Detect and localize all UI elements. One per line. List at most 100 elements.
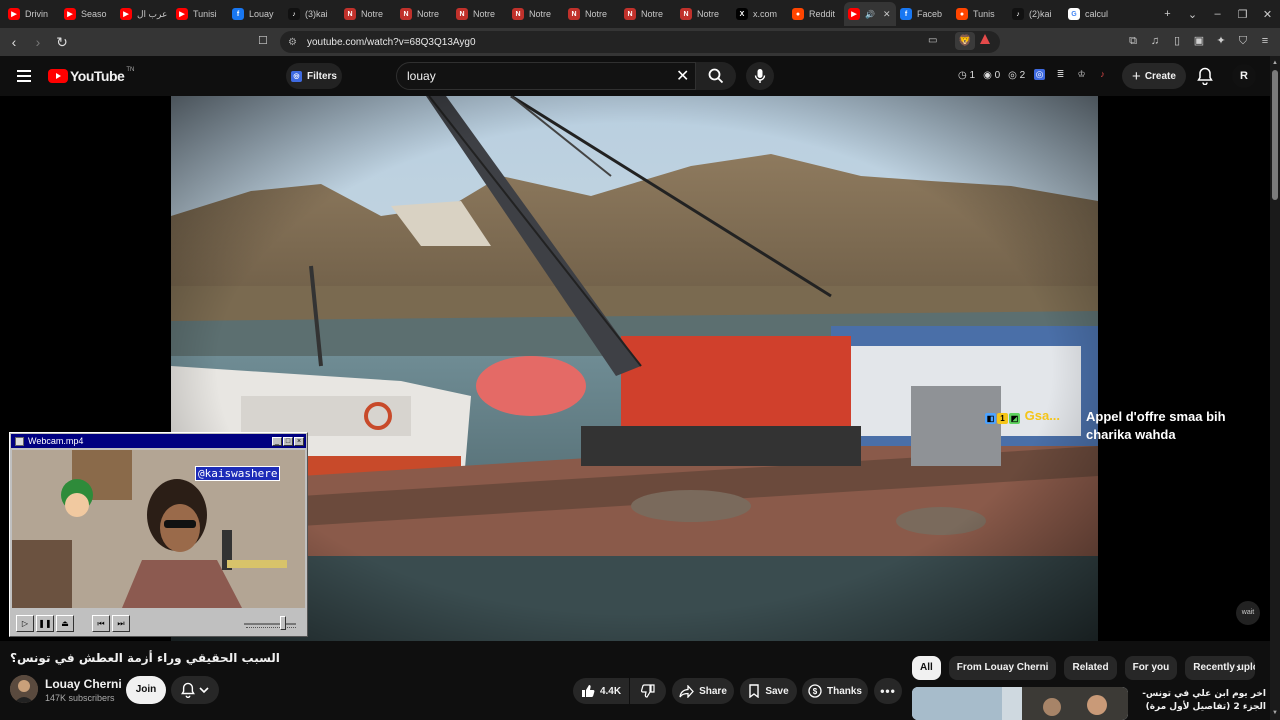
close-tab-icon[interactable]: ✕ xyxy=(883,9,891,20)
hamburger-menu-icon[interactable] xyxy=(17,70,31,85)
tab-list-icon[interactable]: ⌄ xyxy=(1180,8,1205,21)
browser-tab[interactable]: ♪ (2)kai xyxy=(1008,2,1064,26)
browser-tab[interactable]: ♪ (3)kai xyxy=(284,2,340,26)
more-actions-button[interactable]: ••• xyxy=(874,678,902,704)
restore-window-icon[interactable]: ❐ xyxy=(1230,8,1255,21)
browser-tab-title: Notre xyxy=(641,9,664,19)
browser-tab[interactable]: Gcalcul xyxy=(1064,2,1120,26)
hidden-counter[interactable]: ◎ 2 xyxy=(1008,70,1025,81)
extensions-icon[interactable]: ⧉ xyxy=(1126,34,1140,48)
browser-tab[interactable]: ▶ عرب ال xyxy=(116,2,172,26)
wallet-icon[interactable]: ▣ xyxy=(1192,34,1206,48)
join-button[interactable]: Join xyxy=(126,676,166,704)
video-frame[interactable] xyxy=(171,96,1098,641)
browser-tab[interactable]: f Louay xyxy=(228,2,284,26)
trophy-icon[interactable]: ♔ xyxy=(1076,69,1087,80)
browser-tab[interactable]: N Notre xyxy=(340,2,396,26)
list-icon[interactable]: ≣ xyxy=(1055,69,1066,80)
brave-shields-icon[interactable]: 🦁 xyxy=(955,32,975,50)
share-button[interactable]: Share xyxy=(672,678,734,704)
media-controls: ▷ ❚❚ ⏏ ⏮ ⏭ xyxy=(12,613,305,635)
save-button[interactable]: Save xyxy=(740,678,797,704)
menu-icon[interactable]: ≡ xyxy=(1258,34,1272,48)
site-info-icon[interactable]: ⚙ xyxy=(288,37,297,48)
alert-icon[interactable]: ♪ xyxy=(1097,69,1108,80)
new-tab-icon[interactable]: + xyxy=(1155,8,1180,20)
like-button[interactable]: 4.4K xyxy=(573,678,629,704)
window-buttons: _ □ × xyxy=(272,436,304,446)
sidebar-icon[interactable]: ▯ xyxy=(1170,34,1184,48)
youtube-favicon-icon: ▶ xyxy=(176,8,188,20)
channel-name[interactable]: Louay Cherni xyxy=(45,677,122,691)
browser-tab[interactable]: ▶ 🔊 ✕ xyxy=(844,2,896,26)
browser-tab[interactable]: Xx.com xyxy=(732,2,788,26)
scroll-up-icon[interactable]: ▲ xyxy=(1272,60,1278,66)
filter-chip[interactable]: Related xyxy=(1064,656,1117,680)
microphone-icon xyxy=(754,69,766,83)
play-icon: ▷ xyxy=(16,615,34,632)
browser-tab[interactable]: N Notre xyxy=(396,2,452,26)
filter-chip[interactable]: From Louay Cherni xyxy=(948,656,1057,680)
scrollbar-thumb[interactable] xyxy=(1272,70,1278,200)
browser-tab-title: Notre xyxy=(529,9,552,19)
bookmark-icon[interactable]: ☐ xyxy=(258,34,268,47)
search-input[interactable]: louay xyxy=(396,62,696,90)
browser-tab[interactable]: N Notre xyxy=(676,2,732,26)
page-scrollbar[interactable]: ▲ ▼ xyxy=(1270,56,1280,720)
browser-tab[interactable]: N Notre xyxy=(508,2,564,26)
vpn-icon[interactable]: ⛉ xyxy=(1236,34,1250,48)
browser-tab[interactable]: N Notre xyxy=(564,2,620,26)
filters-button[interactable]: ◎ Filters xyxy=(286,63,342,89)
tiktok-favicon-icon: ♪ xyxy=(288,8,300,20)
brave-rewards-icon[interactable] xyxy=(980,34,990,44)
browser-tab[interactable]: ▶ Seaso xyxy=(60,2,116,26)
view-counter[interactable]: ◉ 0 xyxy=(983,70,1000,81)
youtube-logo[interactable]: YouTube TN xyxy=(48,67,134,84)
browser-tab[interactable]: N Notre xyxy=(452,2,508,26)
audio-playing-icon[interactable]: 🔊 xyxy=(865,10,875,19)
clock-count: 1 xyxy=(969,70,976,81)
notifications-bell-icon[interactable] xyxy=(1197,67,1213,85)
minimize-window-icon[interactable]: – xyxy=(1205,8,1230,20)
subscription-bell-button[interactable] xyxy=(171,676,219,704)
chevron-right-icon[interactable]: › xyxy=(1236,660,1240,675)
url-bar[interactable]: ⚙ youtube.com/watch?v=68Q3Q13Ayg0 xyxy=(280,31,1000,53)
search-button[interactable] xyxy=(696,62,736,90)
clock-counter[interactable]: ◷ 1 xyxy=(958,70,975,81)
browser-tab[interactable]: ● Reddit xyxy=(788,2,844,26)
close-window-icon[interactable]: ✕ xyxy=(1255,8,1280,21)
video-player[interactable]: ◧ 1 ◩ Gsa... Appel d'offre smaa bih charik… xyxy=(0,96,1270,641)
voice-search-button[interactable] xyxy=(746,62,774,90)
recommended-video-title[interactable]: اخر يوم ابن علي في تونس- الجزء 2 (تفاصيل… xyxy=(1134,688,1266,714)
browser-tab[interactable]: ▶ Drivin xyxy=(4,2,60,26)
url-text: youtube.com/watch?v=68Q3Q13Ayg0 xyxy=(306,36,476,48)
back-icon[interactable]: ‹ xyxy=(4,34,24,50)
browser-tab[interactable]: f Faceb xyxy=(896,2,952,26)
filter-extension-icon[interactable]: ◎ xyxy=(1034,69,1045,80)
thanks-button[interactable]: $ Thanks xyxy=(802,678,868,704)
scroll-down-icon[interactable]: ▼ xyxy=(1272,710,1278,716)
reload-icon[interactable]: ↻ xyxy=(52,34,72,51)
browser-tab[interactable]: ▶ Tunisi xyxy=(172,2,228,26)
cast-icon[interactable]: ▭ xyxy=(928,35,937,46)
dislike-button[interactable] xyxy=(630,678,666,704)
previous-icon: ⏮ xyxy=(92,615,110,632)
notre-favicon-icon: N xyxy=(568,8,580,20)
channel-avatar[interactable] xyxy=(10,675,38,703)
clear-search-icon[interactable]: ✕ xyxy=(676,66,689,86)
media-icon[interactable]: ♫ xyxy=(1148,34,1162,48)
filter-chip[interactable]: Recently uploaded xyxy=(1185,656,1256,680)
x-favicon-icon: X xyxy=(736,8,748,20)
browser-tab[interactable]: N Notre xyxy=(620,2,676,26)
browser-tab[interactable]: ● Tunis xyxy=(952,2,1008,26)
volume-knob xyxy=(280,616,286,630)
channel-watermark[interactable]: wait xyxy=(1236,601,1260,625)
forward-icon[interactable]: › xyxy=(28,34,48,50)
recommended-video-thumbnail[interactable] xyxy=(912,687,1128,720)
filter-chip[interactable]: All xyxy=(912,656,941,680)
account-avatar[interactable]: R xyxy=(1232,64,1256,88)
filter-chip[interactable]: For you xyxy=(1124,656,1178,680)
create-button[interactable]: + Create xyxy=(1122,63,1186,89)
leo-icon[interactable]: ✦ xyxy=(1214,34,1228,48)
bookmark-save-icon xyxy=(749,684,760,698)
